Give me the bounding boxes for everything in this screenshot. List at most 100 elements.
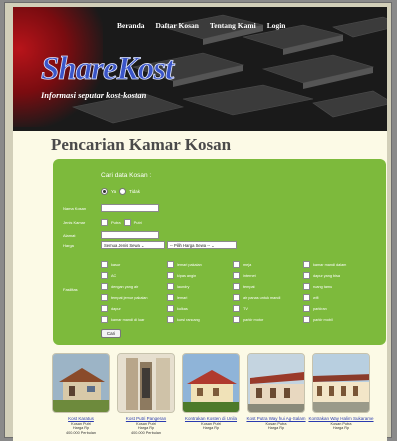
facility-option[interactable]: kamar mandi di luar: [101, 316, 144, 323]
listing-photo[interactable]: [312, 353, 370, 413]
harga-sewa-select[interactable]: -- Pilih Harga Sewa -- ⌄: [167, 241, 237, 249]
jenis-sewa-select[interactable]: Semua Jenis Sewa ⌄: [101, 241, 165, 249]
facility-option[interactable]: lemari pakaian: [167, 261, 202, 268]
facility-label: laundry: [177, 284, 190, 289]
search-heading: Cari data Kosan :: [101, 172, 152, 179]
facility-option[interactable]: wifi: [303, 294, 318, 301]
facility-option[interactable]: air panas untuk mandi: [233, 294, 280, 301]
facility-option[interactable]: TV: [233, 305, 248, 312]
listing-caption: Kontrakan Way Halim Sukarame Kosan Putra H…: [308, 416, 374, 431]
facility-option[interactable]: lemari: [167, 294, 187, 301]
facility-label: wifi: [313, 295, 319, 300]
facility-checkbox[interactable]: [101, 294, 108, 301]
page: Beranda Daftar Kosan Tentang Kami Login …: [13, 7, 387, 441]
harga-sewa-value: -- Pilih Harga Sewa --: [170, 243, 211, 248]
listing-price: Harga Rp: [202, 426, 220, 430]
facility-checkbox[interactable]: [101, 283, 108, 290]
facility-label: TV: [243, 306, 248, 311]
facility-checkbox[interactable]: [101, 272, 108, 279]
facility-option[interactable]: laundry: [167, 283, 189, 290]
facility-checkbox[interactable]: [233, 305, 240, 312]
facility-label: lemari: [177, 295, 188, 300]
facility-label: lemari pakaian: [177, 262, 202, 267]
facility-checkbox[interactable]: [167, 316, 174, 323]
facility-option[interactable]: parkir mobil: [303, 316, 333, 323]
facility-option[interactable]: dengan yang air: [101, 283, 138, 290]
facility-label: tempat: [243, 284, 255, 289]
facility-option[interactable]: kamar mandi dalam: [303, 261, 346, 268]
facility-option[interactable]: dapur: [101, 305, 121, 312]
cari-button[interactable]: Cari: [101, 329, 121, 338]
putra-checkbox[interactable]: [101, 219, 108, 226]
putri-checkbox[interactable]: [123, 219, 131, 226]
facility-checkbox[interactable]: [233, 283, 240, 290]
facility-label: kipas angin: [177, 273, 197, 278]
listing-photo[interactable]: [247, 353, 305, 413]
nama-kosan-input[interactable]: [101, 204, 159, 212]
facility-checkbox[interactable]: [167, 261, 174, 268]
facility-label: kamar mandi dalam: [313, 262, 347, 267]
facility-option[interactable]: tempat: [233, 283, 255, 290]
putri-label: Putri: [133, 220, 142, 225]
facility-checkbox[interactable]: [101, 261, 108, 268]
facility-checkbox[interactable]: [303, 283, 310, 290]
facility-label: kulkas: [177, 306, 188, 311]
search-panel: Cari data Kosan : Ya Tidak Nama Kosan Je…: [53, 159, 386, 345]
facility-checkbox[interactable]: [233, 261, 240, 268]
facility-checkbox[interactable]: [167, 294, 174, 301]
facility-option[interactable]: kasur: [101, 261, 120, 268]
facility-label: air panas untuk mandi: [243, 295, 281, 300]
nav-login[interactable]: Login: [267, 21, 286, 30]
facility-checkbox[interactable]: [303, 305, 310, 312]
facility-checkbox[interactable]: [101, 316, 108, 323]
facility-option[interactable]: kursi rancang: [167, 316, 200, 323]
radio-tidak[interactable]: [119, 188, 127, 195]
listing-name-link[interactable]: Kontrakan Kosten di Unila: [178, 416, 244, 422]
facility-option[interactable]: parkiran: [303, 305, 327, 312]
facility-checkbox[interactable]: [303, 294, 310, 301]
house-photo: [53, 354, 109, 412]
facility-option[interactable]: internet: [233, 272, 256, 279]
facility-checkbox[interactable]: [233, 316, 240, 323]
nav-beranda[interactable]: Beranda: [117, 21, 145, 30]
radio-ya[interactable]: [101, 188, 108, 195]
label-jenis-kamar: Jenis Kamar: [63, 220, 86, 225]
facility-checkbox[interactable]: [303, 316, 310, 323]
facility-option[interactable]: dapur yang bisa: [303, 272, 340, 279]
facility-checkbox[interactable]: [303, 272, 310, 279]
facility-option[interactable]: AC: [101, 272, 116, 279]
facility-checkbox[interactable]: [233, 294, 240, 301]
radio-group: Ya Tidak: [101, 188, 140, 195]
listing-photo[interactable]: [117, 353, 175, 413]
house-photo: [118, 354, 174, 412]
nav-tentang-kami[interactable]: Tentang Kami: [210, 21, 256, 30]
facility-checkbox[interactable]: [167, 272, 174, 279]
facility-option[interactable]: kipas angin: [167, 272, 196, 279]
radio-ya-label: Ya: [111, 189, 117, 194]
listing-extra: 400.000 Perbulan: [66, 430, 96, 435]
facility-label: kamar mandi di luar: [111, 317, 145, 322]
facility-checkbox[interactable]: [233, 272, 240, 279]
putra-label: Putra: [111, 220, 121, 225]
facility-checkbox[interactable]: [101, 305, 108, 312]
listing-photo[interactable]: [52, 353, 110, 413]
radio-tidak-label: Tidak: [129, 189, 141, 194]
listing-photo[interactable]: [182, 353, 240, 413]
facility-option[interactable]: meja: [233, 261, 251, 268]
facility-option[interactable]: kulkas: [167, 305, 188, 312]
listing-name-link[interactable]: Kontrakan Way Halim Sukarame: [308, 416, 374, 422]
listing-caption: Kontrakan Kosten di Unila Kosan Putri Harg…: [178, 416, 244, 431]
facility-option[interactable]: parkir motor: [233, 316, 263, 323]
facility-checkbox[interactable]: [167, 305, 174, 312]
logo-title[interactable]: ShareKost: [41, 52, 175, 86]
listing-price: Harga Rp: [332, 426, 350, 430]
facility-option[interactable]: ruang tamu: [303, 283, 332, 290]
listing-caption: Kost Putra Way hui Ag-Salam Kosan Putra Ha…: [243, 416, 309, 431]
facility-checkbox[interactable]: [167, 283, 174, 290]
facility-option[interactable]: tempat jemur pakaian: [101, 294, 148, 301]
alamat-input[interactable]: [101, 231, 159, 239]
nav-daftar-kosan[interactable]: Daftar Kosan: [156, 21, 199, 30]
logo-subtitle: Informasi seputar kost-kostan: [41, 90, 147, 100]
facility-checkbox[interactable]: [303, 261, 310, 268]
listing-name-link[interactable]: Kost Putra Way hui Ag-Salam: [243, 416, 309, 422]
